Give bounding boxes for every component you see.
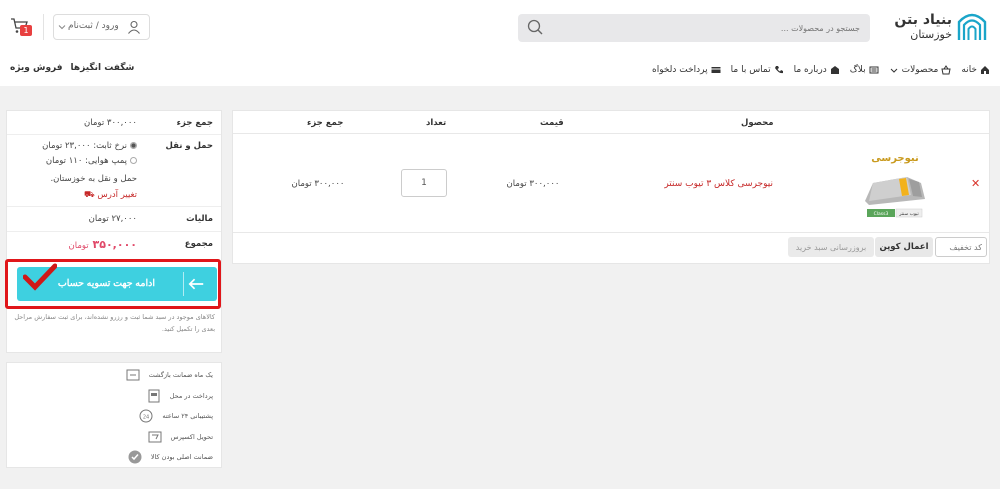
total-amount: ۳۵۰,۰۰۰ <box>92 238 137 251</box>
coupon-code-input[interactable] <box>935 237 987 257</box>
col-qty: تعداد <box>426 118 447 128</box>
nav-label: بلاگ <box>849 65 866 75</box>
checkout-label: ادامه جهت تسویه حساب <box>57 278 155 289</box>
col-product: محصول <box>741 118 774 128</box>
phone-icon <box>774 66 783 74</box>
apply-coupon-button[interactable]: اعمال کوپن <box>875 237 933 257</box>
shipping-option-pump[interactable]: پمپ هوایی: ۱۱۰ تومان <box>46 156 137 166</box>
nav-item-payment[interactable]: پرداخت دلخواه <box>652 65 721 75</box>
change-address-label: تغییر آدرس <box>97 190 137 200</box>
feature-label: ضمانت اصلی بودن کالا <box>150 453 213 461</box>
nav-label: خانه <box>961 65 977 75</box>
feature-item: یک ماه ضمانت بازگشت <box>125 367 213 383</box>
cart-count-badge: 1 <box>20 25 32 36</box>
nav-label: درباره ما <box>793 65 827 75</box>
feature-label: پشتیبانی ۲۴ ساعته <box>162 412 213 420</box>
nav-left: فروش ویژه شگفت انگیزها <box>10 63 134 73</box>
shipping-label: حمل و نقل <box>165 141 213 151</box>
cart-totals: جمع جزء ۳۰۰,۰۰۰ تومان حمل و نقل نرخ ثابت… <box>5 110 222 353</box>
product-tag-text: تیوب سنتر <box>898 212 919 217</box>
total-label: مجموع <box>184 239 213 249</box>
col-subtotal: جمع جزء <box>307 118 344 128</box>
nav-item-amazing-offers[interactable]: شگفت انگیزها <box>71 63 135 73</box>
divider <box>7 206 221 207</box>
search-box <box>518 14 870 42</box>
subtotal-value: ۳۰۰,۰۰۰ تومان <box>84 118 137 128</box>
nav-label: پرداخت دلخواه <box>651 65 708 75</box>
home-icon <box>981 66 989 74</box>
search-input[interactable] <box>560 14 860 42</box>
blog-icon <box>869 66 879 74</box>
quantity-input[interactable] <box>401 169 447 197</box>
login-register-button[interactable]: ورود / ثبت‌نام <box>53 14 150 40</box>
shipping-destination: حمل و نقل به خوزستان. <box>50 174 137 184</box>
feature-item: 24 پشتیبانی ۲۴ ساعته <box>138 408 213 424</box>
nav-item-blog[interactable]: بلاگ <box>850 65 879 75</box>
feature-item: ضمانت اصلی بودن کالا <box>127 449 213 465</box>
total-value: ۳۵۰,۰۰۰ تومان <box>69 238 137 251</box>
col-price: قیمت <box>540 118 564 128</box>
subtotal-label: جمع جزء <box>176 118 213 128</box>
feature-label: تحویل اکسپرس <box>170 433 213 441</box>
product-brand-text: نیوجرسی <box>871 153 919 164</box>
pay-on-delivery-icon <box>148 389 160 403</box>
nav-item-special-sale[interactable]: فروش ویژه <box>10 63 63 73</box>
support-icon: 24 <box>139 409 153 423</box>
nav-label: تماس با ما <box>730 65 771 75</box>
shipping-option-pump-label: پمپ هوایی: ۱۱۰ تومان <box>45 156 127 166</box>
remove-item-icon[interactable]: ✕ <box>971 177 980 190</box>
tax-value: ۲۷,۰۰۰ تومان <box>88 214 137 224</box>
card-icon <box>711 67 721 73</box>
checkout-note: کالاهای موجود در سبد شما ثبت و رزرو نشده… <box>14 313 215 333</box>
radio-unchecked[interactable] <box>130 157 137 164</box>
row-divider <box>233 232 989 233</box>
chevron-down-icon <box>890 68 898 73</box>
brand-title: بنیاد بتن <box>894 12 952 28</box>
product-price: ۳۰۰,۰۰۰ تومان <box>506 179 560 189</box>
nav-label: محصولات <box>901 65 939 75</box>
features-box: یک ماه ضمانت بازگشت پرداخت در محل 24 پشت… <box>6 362 222 468</box>
cart-table: محصول قیمت تعداد جمع جزء ✕ نیوجرسی Class… <box>232 110 990 264</box>
return-icon <box>126 369 140 381</box>
feature-item: پرداخت در محل <box>146 388 213 404</box>
basket-icon <box>941 65 951 75</box>
original-icon <box>128 450 142 464</box>
login-label: ورود / ثبت‌نام <box>68 21 119 31</box>
change-address-link[interactable]: تغییر آدرس ⛟ <box>84 190 137 201</box>
logo-icon[interactable] <box>957 12 987 42</box>
product-class-text: Class3 <box>874 211 889 217</box>
total-unit: تومان <box>68 241 89 251</box>
nav-item-contact[interactable]: تماس با ما <box>731 65 784 75</box>
arrow-left-icon <box>183 272 204 296</box>
product-image[interactable]: نیوجرسی Class3 تیوب سنتر <box>859 149 931 221</box>
shipping-option-flat[interactable]: نرخ ثابت: ۲۳,۰۰۰ تومان <box>42 141 137 151</box>
search-icon[interactable] <box>526 18 544 36</box>
truck-icon: ⛟ <box>83 190 95 200</box>
user-icon <box>128 20 140 34</box>
main-nav: خانه محصولات بلاگ درباره ما تماس با ما پ… <box>600 62 990 78</box>
header-divider <box>233 133 989 134</box>
brand-subtitle: خوزستان <box>910 28 952 41</box>
shipping-option-flat-label: نرخ ثابت: ۲۳,۰۰۰ تومان <box>42 141 127 151</box>
express-icon <box>148 431 162 443</box>
radio-checked[interactable] <box>130 142 137 149</box>
divider <box>7 231 221 232</box>
feature-label: پرداخت در محل <box>169 392 213 400</box>
nav-item-home[interactable]: خانه <box>961 65 990 75</box>
tax-label: مالیات <box>186 214 213 224</box>
chevron-down-icon <box>58 25 66 30</box>
update-cart-button[interactable]: بروزرسانی سبد خرید <box>788 237 874 257</box>
product-subtotal: ۳۰۰,۰۰۰ تومان <box>291 179 345 189</box>
divider <box>7 134 221 135</box>
feature-item: تحویل اکسپرس <box>147 429 213 445</box>
checkmark-icon <box>23 263 57 291</box>
svg-text:24: 24 <box>143 415 149 421</box>
feature-label: یک ماه ضمانت بازگشت <box>148 371 213 379</box>
product-name-link[interactable]: نیوجرسی کلاس ۳ تیوب سنتر <box>643 179 773 189</box>
nav-item-products[interactable]: محصولات <box>889 65 952 75</box>
header-divider <box>43 14 44 40</box>
nav-item-about[interactable]: درباره ما <box>794 65 840 75</box>
building-icon <box>830 66 839 74</box>
